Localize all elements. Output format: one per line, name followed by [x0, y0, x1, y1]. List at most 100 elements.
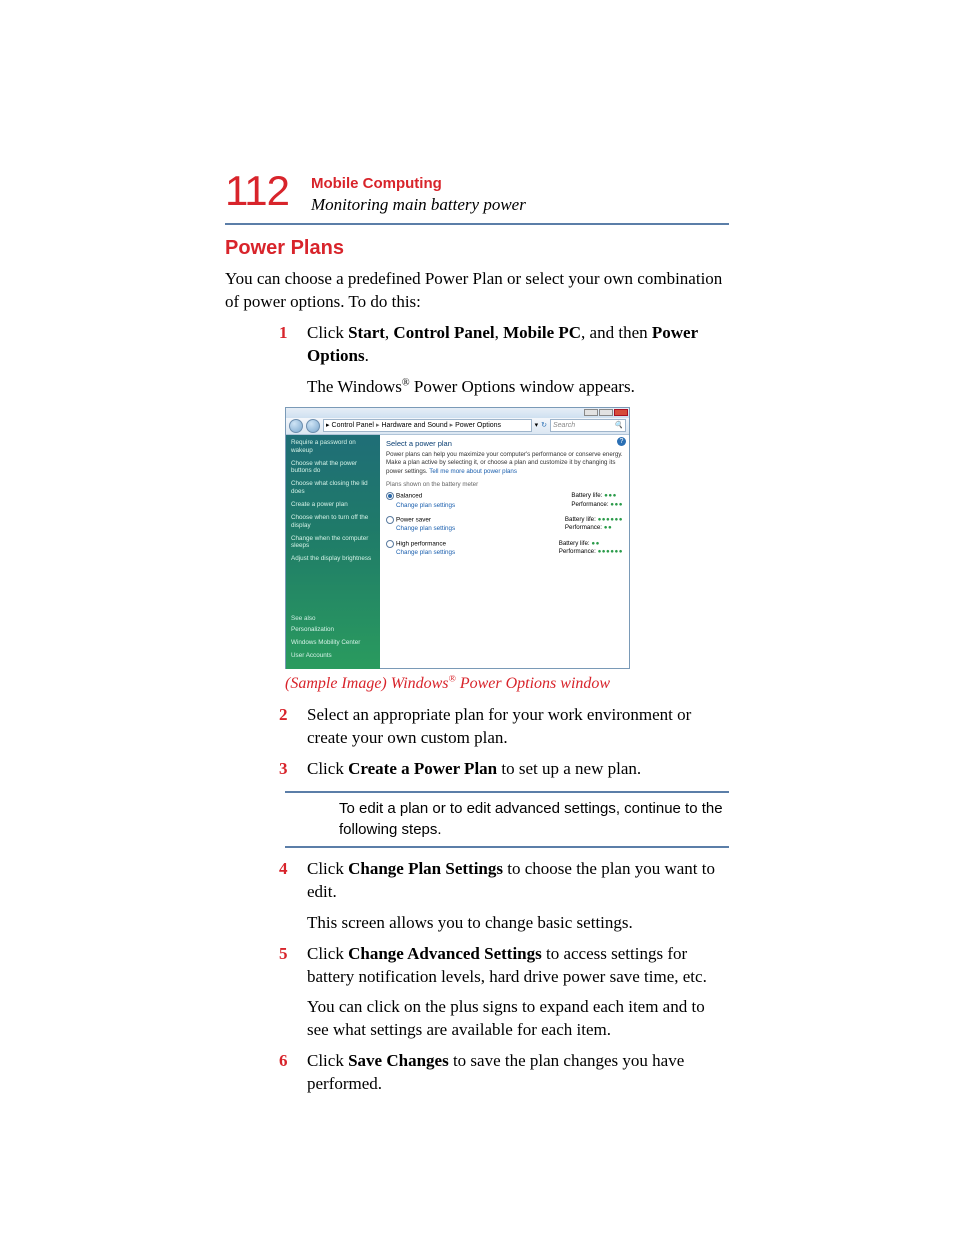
help-icon[interactable]: ?	[617, 437, 626, 446]
registered-mark: ®	[449, 674, 456, 685]
search-placeholder: Search	[553, 421, 575, 430]
note-box: To edit a plan or to edit advanced setti…	[285, 791, 729, 848]
step-body: Click Create a Power Plan to set up a ne…	[307, 758, 729, 781]
text: Select an appropriate plan for your work…	[307, 704, 729, 750]
text: Click	[307, 859, 348, 878]
page-header: 112 Mobile Computing Monitoring main bat…	[225, 170, 729, 225]
see-also-link[interactable]: Windows Mobility Center	[291, 639, 375, 647]
text: Click	[307, 1051, 348, 1070]
note-text: To edit a plan or to edit advanced setti…	[339, 800, 723, 837]
change-plan-link[interactable]: Change plan settings	[396, 525, 455, 534]
crumb[interactable]: Control Panel	[332, 421, 374, 430]
window-titlebar	[286, 408, 629, 418]
section-title: Monitoring main battery power	[311, 194, 526, 217]
text: The Windows	[307, 377, 402, 396]
performance-dots: ●●●●●●	[598, 548, 623, 555]
plan-radio-balanced[interactable]: Balanced	[386, 492, 455, 501]
battery-label: Battery life:	[571, 492, 604, 499]
text: (Sample Image) Windows	[285, 675, 449, 692]
minimize-button[interactable]	[584, 409, 598, 416]
change-plan-link[interactable]: Change plan settings	[396, 502, 455, 511]
step-2: 2 Select an appropriate plan for your wo…	[279, 704, 729, 750]
plan-row-balanced: Balanced Change plan settings Battery li…	[386, 492, 623, 510]
text: Power Options window appears.	[410, 377, 635, 396]
performance-dots: ●●	[604, 524, 612, 531]
kw-create-plan: Create a Power Plan	[348, 759, 497, 778]
plan-label: High performance	[396, 540, 446, 547]
kw-mobile-pc: Mobile PC	[503, 323, 581, 342]
step-3: 3 Click Create a Power Plan to set up a …	[279, 758, 729, 781]
chevron-right-icon: ▸	[376, 421, 380, 430]
forward-button[interactable]	[306, 419, 320, 433]
step-body: Click Start, Control Panel, Mobile PC, a…	[307, 322, 729, 399]
plans-legend: Plans shown on the battery meter	[386, 481, 623, 489]
kw-change-advanced: Change Advanced Settings	[348, 944, 542, 963]
refresh-icon[interactable]: ↻	[541, 421, 547, 430]
search-input[interactable]: Search 🔍	[550, 419, 626, 432]
text: Click	[307, 759, 348, 778]
sidebar-link[interactable]: Choose what closing the lid does	[291, 480, 375, 496]
step-4: 4 Click Change Plan Settings to choose t…	[279, 858, 729, 935]
step-number: 4	[279, 858, 307, 935]
plan-radio-highperf[interactable]: High performance	[386, 540, 455, 549]
step-number: 1	[279, 322, 307, 399]
plan-label: Power saver	[396, 517, 431, 524]
step-number: 6	[279, 1050, 307, 1096]
step-body: Select an appropriate plan for your work…	[307, 704, 729, 750]
sidebar-link[interactable]: Choose when to turn off the display	[291, 514, 375, 530]
pane-heading: Select a power plan	[386, 439, 623, 449]
screenshot-caption: (Sample Image) Windows® Power Options wi…	[285, 673, 729, 695]
folder-icon: ▸	[326, 421, 330, 430]
battery-label: Battery life:	[559, 540, 592, 547]
dropdown-icon[interactable]: ▾	[535, 421, 539, 430]
step-number: 2	[279, 704, 307, 750]
performance-label: Performance:	[565, 524, 604, 531]
text: , and then	[581, 323, 652, 342]
text: .	[365, 346, 369, 365]
close-button[interactable]	[614, 409, 628, 416]
text: This screen allows you to change basic s…	[307, 912, 729, 935]
battery-dots: ●●●●●●	[598, 516, 623, 523]
plan-radio-powersaver[interactable]: Power saver	[386, 516, 455, 525]
crumb[interactable]: Power Options	[455, 421, 501, 430]
see-also-link[interactable]: User Accounts	[291, 652, 375, 660]
crumb[interactable]: Hardware and Sound	[381, 421, 447, 430]
see-also-section: See also Personalization Windows Mobilit…	[291, 615, 375, 664]
search-icon: 🔍	[614, 421, 623, 430]
performance-dots: ●●●	[610, 501, 623, 508]
kw-change-plan-settings: Change Plan Settings	[348, 859, 503, 878]
tasks-sidebar: Require a password on wakeup Choose what…	[286, 435, 380, 669]
change-plan-link[interactable]: Change plan settings	[396, 549, 455, 558]
pane-description: Power plans can help you maximize your c…	[386, 451, 623, 476]
document-page: 112 Mobile Computing Monitoring main bat…	[0, 0, 954, 1235]
breadcrumb[interactable]: ▸ Control Panel ▸ Hardware and Sound ▸ P…	[323, 419, 532, 432]
sidebar-link[interactable]: Adjust the display brightness	[291, 555, 375, 563]
step-number: 3	[279, 758, 307, 781]
page-number: 112	[225, 170, 289, 212]
sidebar-link[interactable]: Change when the computer sleeps	[291, 535, 375, 551]
address-bar: ▸ Control Panel ▸ Hardware and Sound ▸ P…	[286, 418, 629, 435]
sidebar-link[interactable]: Require a password on wakeup	[291, 439, 375, 455]
step-body: Click Change Advanced Settings to access…	[307, 943, 729, 1043]
header-titles: Mobile Computing Monitoring main battery…	[311, 170, 526, 217]
text: to set up a new plan.	[497, 759, 641, 778]
radio-icon	[386, 516, 394, 524]
tell-me-more-link[interactable]: Tell me more about power plans	[429, 468, 517, 475]
heading-power-plans: Power Plans	[225, 235, 729, 262]
sidebar-link[interactable]: Create a power plan	[291, 501, 375, 509]
sidebar-link[interactable]: Choose what the power buttons do	[291, 460, 375, 476]
performance-label: Performance:	[559, 548, 598, 555]
battery-dots: ●●	[591, 540, 599, 547]
registered-mark: ®	[402, 377, 410, 388]
step-5: 5 Click Change Advanced Settings to acce…	[279, 943, 729, 1043]
text: Power Options window	[456, 675, 610, 692]
see-also-link[interactable]: Personalization	[291, 626, 375, 634]
step-body: Click Change Plan Settings to choose the…	[307, 858, 729, 935]
step-1: 1 Click Start, Control Panel, Mobile PC,…	[279, 322, 729, 399]
maximize-button[interactable]	[599, 409, 613, 416]
back-button[interactable]	[289, 419, 303, 433]
kw-start: Start	[348, 323, 385, 342]
battery-dots: ●●●	[604, 492, 617, 499]
text: ,	[495, 323, 504, 342]
chapter-title: Mobile Computing	[311, 174, 526, 194]
